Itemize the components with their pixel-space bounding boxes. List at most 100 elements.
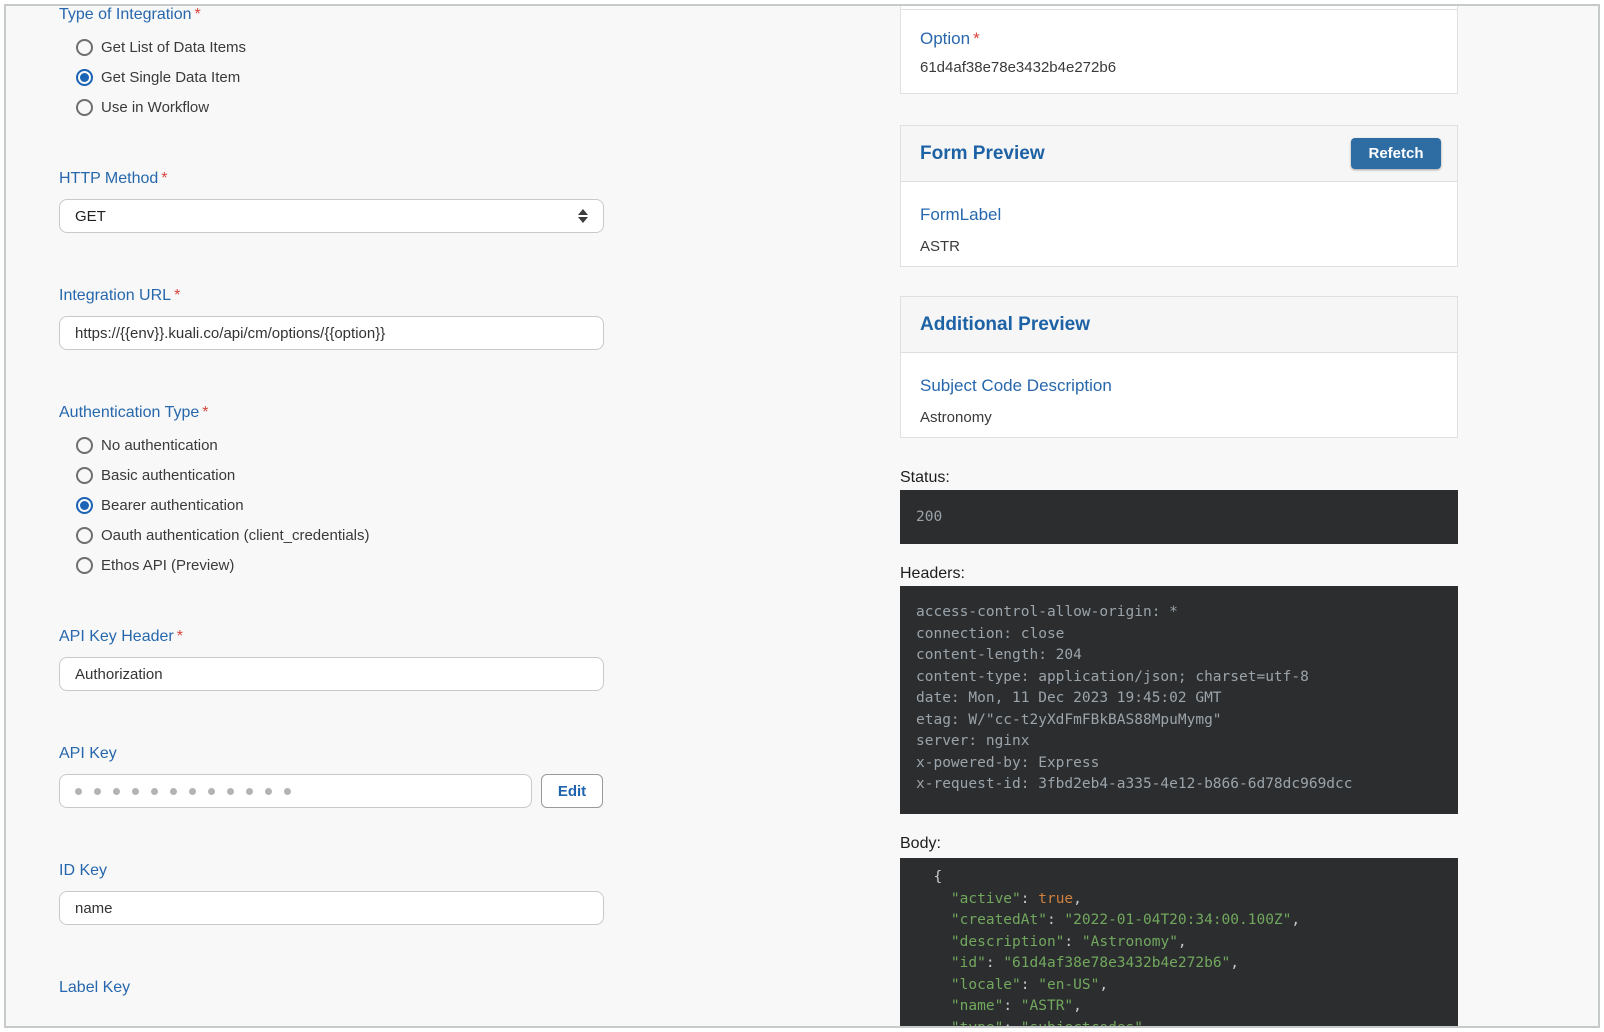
additional-preview-body: Subject Code Description Astronomy [901,353,1457,437]
radio-icon [76,39,93,56]
field-http-method: HTTP Method* GET [59,170,604,233]
status-code-block: 200 [900,490,1458,544]
radio-option[interactable]: Ethos API (Preview) [59,550,604,580]
radio-icon [76,69,93,86]
radio-icon [76,467,93,484]
radio-option-label: Ethos API (Preview) [101,557,234,574]
masked-char-dot [189,788,196,795]
label-text: Option [920,29,970,48]
label-text: ID Key [59,862,107,879]
field-api-key-header: API Key Header* [59,628,604,691]
headers-code-block: access-control-allow-origin: *connection… [900,586,1458,814]
integration-settings-page: Type of Integration* Get List of Data It… [6,6,1598,1026]
label-text: Integration URL [59,287,171,304]
refetch-button[interactable]: Refetch [1351,138,1441,169]
body-label: Body: [900,835,1458,852]
select-updown-icon [578,209,588,223]
code-line: date: Mon, 11 Dec 2023 19:45:02 GMT [916,688,1442,710]
radio-option-label: No authentication [101,437,218,454]
required-asterisk: * [973,29,980,48]
integration-url-input[interactable] [59,316,604,350]
radio-option-label: Get Single Data Item [101,69,240,86]
field-type-of-integration: Type of Integration* Get List of Data It… [59,6,604,122]
id-key-label: ID Key [59,862,604,879]
edit-api-key-button[interactable]: Edit [541,774,603,808]
form-label-field-label: FormLabel [920,206,1438,223]
page-frame: Type of Integration* Get List of Data It… [4,4,1600,1028]
option-card: Option* 61d4af38e78e3432b4e272b6 [900,4,1458,94]
radio-icon [76,497,93,514]
json-code-line: { [916,867,1442,889]
radio-icon [76,99,93,116]
status-value: 200 [916,509,942,525]
radio-option-label: Bearer authentication [101,497,244,514]
code-line: x-powered-by: Express [916,753,1442,775]
option-field: Option* 61d4af38e78e3432b4e272b6 [901,10,1457,93]
masked-char-dot [151,788,158,795]
json-code-line: "id": "61d4af38e78e3432b4e272b6", [916,953,1442,975]
json-code-line: "createdAt": "2022-01-04T20:34:00.100Z", [916,910,1442,932]
type-of-integration-radio-group: Get List of Data Items Get Single Data It… [59,32,604,122]
radio-option[interactable]: Get Single Data Item [59,62,604,92]
form-preview-title: Form Preview [920,143,1045,165]
preview-panel: Option* 61d4af38e78e3432b4e272b6 Form Pr… [900,6,1458,1028]
option-label: Option* [920,30,1438,47]
http-method-select[interactable]: GET [59,199,604,233]
radio-option[interactable]: No authentication [59,430,604,460]
radio-icon [76,527,93,544]
api-key-masked-input[interactable] [59,774,532,808]
integration-form: Type of Integration* Get List of Data It… [59,6,604,1028]
radio-option-label: Use in Workflow [101,99,209,116]
integration-url-label: Integration URL* [59,287,604,304]
additional-preview-header: Additional Preview [901,297,1457,353]
radio-option-label: Basic authentication [101,467,235,484]
code-line: content-length: 204 [916,645,1442,667]
required-asterisk: * [161,170,167,187]
authentication-type-label: Authentication Type* [59,404,604,421]
masked-char-dot [113,788,120,795]
radio-option[interactable]: Use in Workflow [59,92,604,122]
label-text: Label Key [59,979,130,996]
additional-preview-panel: Additional Preview Subject Code Descript… [900,296,1458,438]
radio-option[interactable]: Bearer authentication [59,490,604,520]
code-line: connection: close [916,624,1442,646]
json-code-line: "name": "ASTR", [916,996,1442,1018]
radio-option[interactable]: Oauth authentication (client_credentials… [59,520,604,550]
api-key-row: Edit [59,774,604,808]
field-label-key: Label Key [59,979,604,996]
required-asterisk: * [174,287,180,304]
label-text: API Key [59,745,117,762]
masked-char-dot [132,788,139,795]
required-asterisk: * [195,6,201,23]
subject-code-description-label: Subject Code Description [920,377,1438,394]
radio-icon [76,437,93,454]
id-key-input[interactable] [59,891,604,925]
radio-option-label: Get List of Data Items [101,39,246,56]
form-preview-header: Form Preview Refetch [901,126,1457,182]
status-label: Status: [900,469,1458,486]
required-asterisk: * [202,404,208,421]
field-authentication-type: Authentication Type* No authentication Ba… [59,404,604,580]
http-method-label: HTTP Method* [59,170,604,187]
masked-char-dot [208,788,215,795]
code-line: content-type: application/json; charset=… [916,667,1442,689]
api-key-header-input[interactable] [59,657,604,691]
field-integration-url: Integration URL* [59,287,604,350]
radio-icon [76,557,93,574]
headers-label: Headers: [900,565,1458,582]
form-preview-panel: Form Preview Refetch FormLabel ASTR [900,125,1458,267]
label-text: Type of Integration [59,6,192,23]
code-line: server: nginx [916,731,1442,753]
json-code-line: "type": "subjectcodes", [916,1018,1442,1029]
field-id-key: ID Key [59,862,604,925]
radio-option[interactable]: Get List of Data Items [59,32,604,62]
form-label-field-value: ASTR [920,238,1438,255]
http-method-value: GET [75,208,106,225]
required-asterisk: * [177,628,183,645]
radio-option[interactable]: Basic authentication [59,460,604,490]
masked-char-dot [227,788,234,795]
subject-code-description-value: Astronomy [920,409,1438,426]
json-code-line: "locale": "en-US", [916,975,1442,997]
field-api-key: API Key Edit [59,745,604,808]
code-line: x-request-id: 3fbd2eb4-a335-4e12-b866-6d… [916,774,1442,796]
